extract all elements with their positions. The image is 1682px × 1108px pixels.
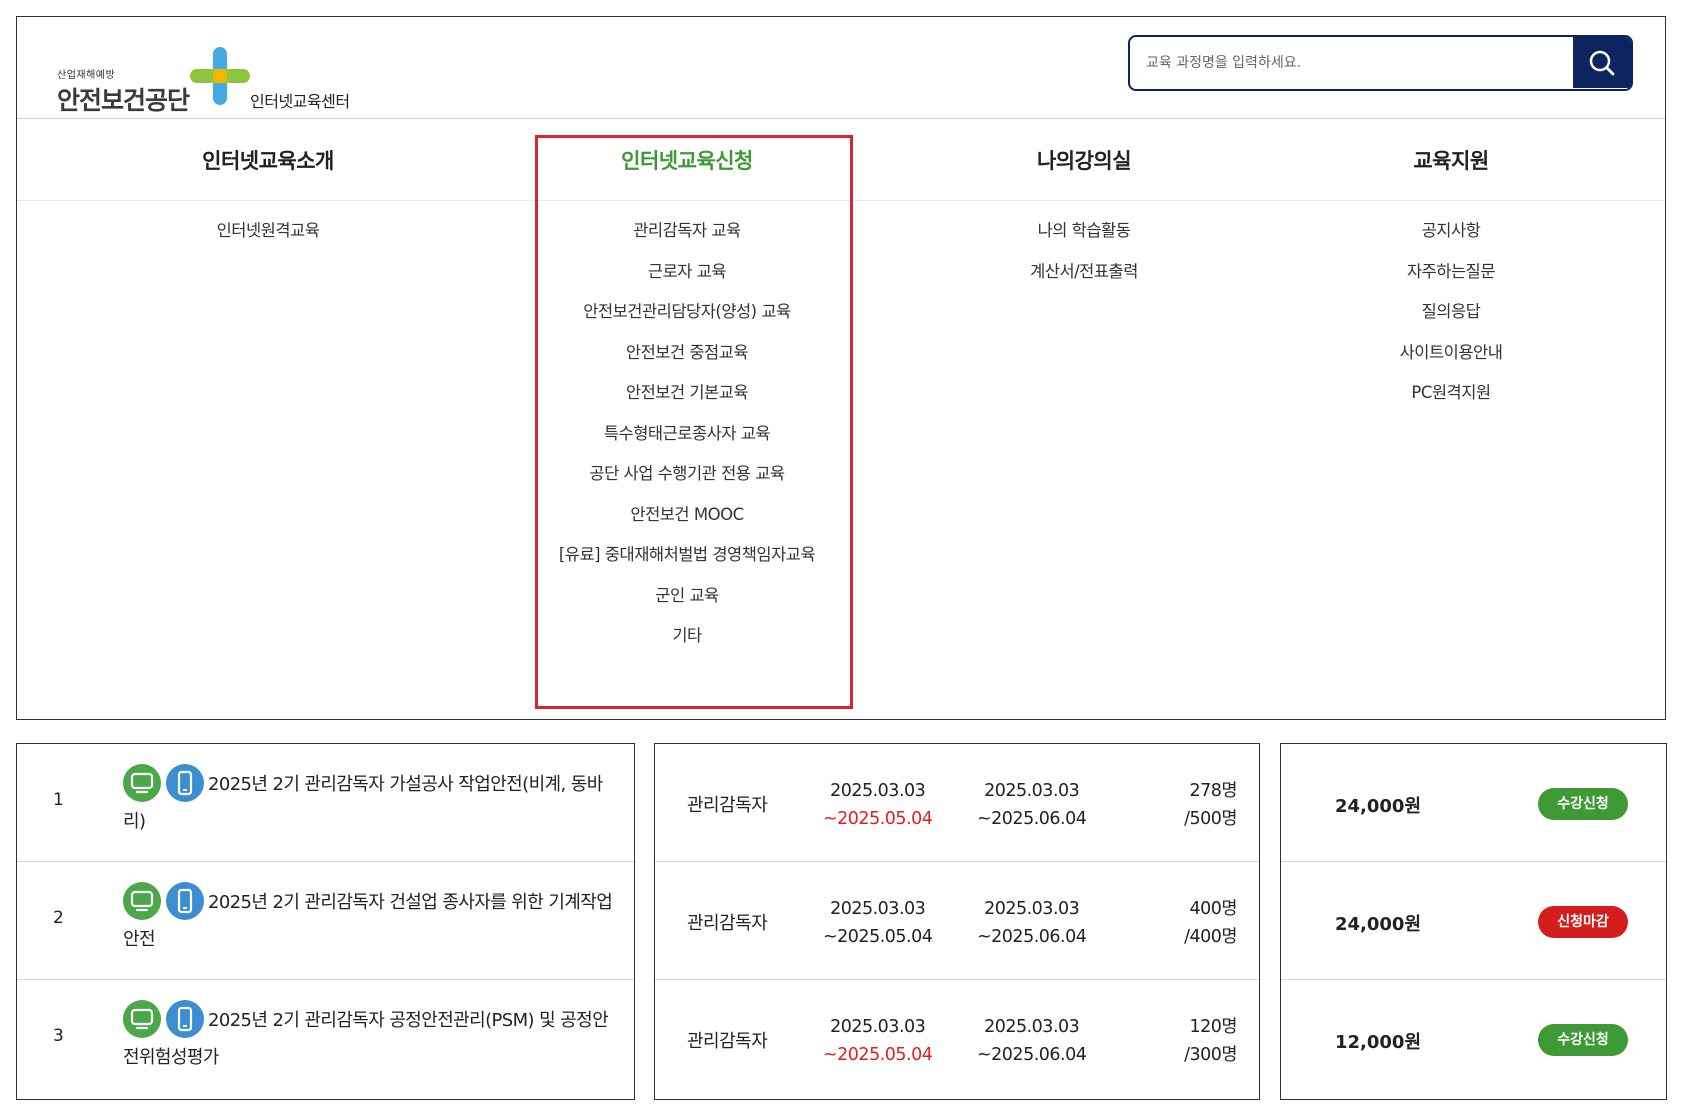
submenu-my-classroom: 나의 학습활동 계산서/전표출력 [894, 217, 1274, 298]
search-input[interactable] [1130, 37, 1574, 88]
application-start: 2025.03.03 [830, 781, 926, 801]
submenu-item[interactable]: 근로자 교육 [497, 258, 877, 299]
application-end: ~2025.05.04 [823, 809, 933, 829]
study-end: ~2025.06.04 [977, 1045, 1087, 1065]
course-title-link[interactable]: 2025년 2기 관리감독자 공정안전관리(PSM) 및 공정안전위험성평가 [123, 1000, 623, 1076]
smartphone-icon [166, 764, 204, 802]
submenu-item[interactable]: [유료] 중대재해처벌법 경영책임자교육 [497, 541, 877, 582]
study-period: 2025.03.03 ~2025.06.04 [977, 777, 1087, 833]
logo-title: 안전보건공단 [57, 86, 190, 115]
application-start: 2025.03.03 [830, 1017, 926, 1037]
pc-icon [123, 1000, 161, 1038]
study-start: 2025.03.03 [984, 899, 1080, 919]
smartphone-icon [166, 882, 204, 920]
submenu-item[interactable]: 질의응답 [1261, 298, 1641, 339]
course-target: 관리감독자 [687, 913, 768, 934]
enrollment-count: 278명 /500명 [1184, 777, 1237, 833]
submenu-item[interactable]: 안전보건 기본교육 [497, 379, 877, 420]
table-row: 관리감독자 2025.03.03 ~2025.05.04 2025.03.03 … [655, 980, 1259, 1098]
submenu-item[interactable]: 안전보건관리담당자(양성) 교육 [497, 298, 877, 339]
search-button[interactable] [1573, 37, 1631, 88]
submenu-item[interactable]: 사이트이용안내 [1261, 339, 1641, 380]
course-price: 24,000원 [1335, 796, 1422, 817]
pc-icon [123, 764, 161, 802]
submenu-item[interactable]: 계산서/전표출력 [894, 258, 1274, 299]
table-row: 12,000원 수강신청 [1281, 980, 1666, 1098]
course-target: 관리감독자 [687, 1031, 768, 1052]
course-title-link[interactable]: 2025년 2기 관리감독자 건설업 종사자를 위한 기계작업 안전 [123, 882, 623, 958]
submenu-item[interactable]: 나의 학습활동 [894, 217, 1274, 258]
course-price: 24,000원 [1335, 914, 1422, 935]
submenu-item[interactable]: 안전보건 MOOC [497, 501, 877, 542]
table-row: 1 2025년 2기 관리감독자 가설공사 작업안전(비계, 동바리) [17, 744, 634, 862]
submenu-item[interactable]: 군인 교육 [497, 582, 877, 623]
course-schedule-panel: 관리감독자 2025.03.03 ~2025.05.04 2025.03.03 … [654, 743, 1260, 1100]
submenu-item[interactable]: 공지사항 [1261, 217, 1641, 258]
course-title-link[interactable]: 2025년 2기 관리감독자 가설공사 작업안전(비계, 동바리) [123, 764, 623, 840]
site-logo[interactable]: 산업재해예방 안전보건공단 인터넷교육센터 [57, 31, 377, 115]
search-icon [1589, 50, 1615, 75]
application-period: 2025.03.03 ~2025.05.04 [823, 1013, 933, 1069]
application-start: 2025.03.03 [830, 899, 926, 919]
submenu-item[interactable]: PC원격지원 [1261, 379, 1641, 420]
enroll-button[interactable]: 수강신청 [1538, 788, 1628, 820]
study-end: ~2025.06.04 [977, 927, 1087, 947]
course-search [1128, 35, 1633, 91]
application-period: 2025.03.03 ~2025.05.04 [823, 777, 933, 833]
table-row: 관리감독자 2025.03.03 ~2025.05.04 2025.03.03 … [655, 744, 1259, 862]
mega-menu-panel: 산업재해예방 안전보건공단 인터넷교육센터 인터넷교육소개 인터넷교육신청 나의… [16, 16, 1666, 720]
submenu-item[interactable]: 공단 사업 수행기관 전용 교육 [497, 460, 877, 501]
table-row: 관리감독자 2025.03.03 ~2025.05.04 2025.03.03 … [655, 862, 1259, 980]
submenu-internet-edu-apply: 관리감독자 교육 근로자 교육 안전보건관리담당자(양성) 교육 안전보건 중점… [497, 217, 877, 663]
table-row: 24,000원 수강신청 [1281, 744, 1666, 862]
capacity-count: /300명 [1184, 1045, 1237, 1065]
applied-count: 278명 [1189, 781, 1237, 801]
study-start: 2025.03.03 [984, 781, 1080, 801]
main-nav: 인터넷교육소개 인터넷교육신청 나의강의실 교육지원 [17, 119, 1665, 201]
course-list-panel: 1 2025년 2기 관리감독자 가설공사 작업안전(비계, 동바리) 2 20… [16, 743, 635, 1100]
enroll-button[interactable]: 수강신청 [1538, 1024, 1628, 1056]
table-row: 3 2025년 2기 관리감독자 공정안전관리(PSM) 및 공정안전위험성평가 [17, 980, 634, 1098]
submenu-item[interactable]: 기타 [497, 622, 877, 663]
study-period: 2025.03.03 ~2025.06.04 [977, 895, 1087, 951]
course-number: 3 [53, 1026, 64, 1046]
nav-internet-edu-apply[interactable]: 인터넷교육신청 [621, 145, 753, 175]
submenu-item[interactable]: 인터넷원격교육 [78, 217, 458, 258]
capacity-count: /400명 [1184, 927, 1237, 947]
enrollment-count: 400명 /400명 [1184, 895, 1237, 951]
applied-count: 120명 [1189, 1017, 1237, 1037]
course-target: 관리감독자 [687, 795, 768, 816]
submenu-internet-edu-intro: 인터넷원격교육 [78, 217, 458, 258]
nav-internet-edu-intro[interactable]: 인터넷교육소개 [202, 145, 334, 175]
logo-subtitle: 산업재해예방 [57, 70, 116, 81]
course-price: 12,000원 [1335, 1032, 1422, 1053]
site-header: 산업재해예방 안전보건공단 인터넷교육센터 [17, 17, 1665, 119]
logo-center-name: 인터넷교육센터 [250, 92, 350, 111]
submenu-item[interactable]: 안전보건 중점교육 [497, 339, 877, 380]
application-period: 2025.03.03 ~2025.05.04 [823, 895, 933, 951]
application-end: ~2025.05.04 [823, 927, 933, 947]
application-end: ~2025.05.04 [823, 1045, 933, 1065]
enrollment-count: 120명 /300명 [1184, 1013, 1237, 1069]
closed-badge: 신청마감 [1538, 906, 1628, 938]
nav-my-classroom[interactable]: 나의강의실 [1037, 145, 1132, 175]
study-end: ~2025.06.04 [977, 809, 1087, 829]
study-start: 2025.03.03 [984, 1017, 1080, 1037]
smartphone-icon [166, 1000, 204, 1038]
submenu-item[interactable]: 자주하는질문 [1261, 258, 1641, 299]
logo-cross-icon [190, 47, 250, 105]
study-period: 2025.03.03 ~2025.06.04 [977, 1013, 1087, 1069]
course-price-panel: 24,000원 수강신청 24,000원 신청마감 12,000원 수강신청 [1280, 743, 1667, 1100]
submenu-item[interactable]: 관리감독자 교육 [497, 217, 877, 258]
applied-count: 400명 [1189, 899, 1237, 919]
capacity-count: /500명 [1184, 809, 1237, 829]
course-number: 2 [53, 908, 64, 928]
course-number: 1 [53, 790, 64, 810]
nav-edu-support[interactable]: 교육지원 [1413, 145, 1489, 175]
submenu-edu-support: 공지사항 자주하는질문 질의응답 사이트이용안내 PC원격지원 [1261, 217, 1641, 420]
table-row: 24,000원 신청마감 [1281, 862, 1666, 980]
submenu-item[interactable]: 특수형태근로종사자 교육 [497, 420, 877, 461]
pc-icon [123, 882, 161, 920]
table-row: 2 2025년 2기 관리감독자 건설업 종사자를 위한 기계작업 안전 [17, 862, 634, 980]
